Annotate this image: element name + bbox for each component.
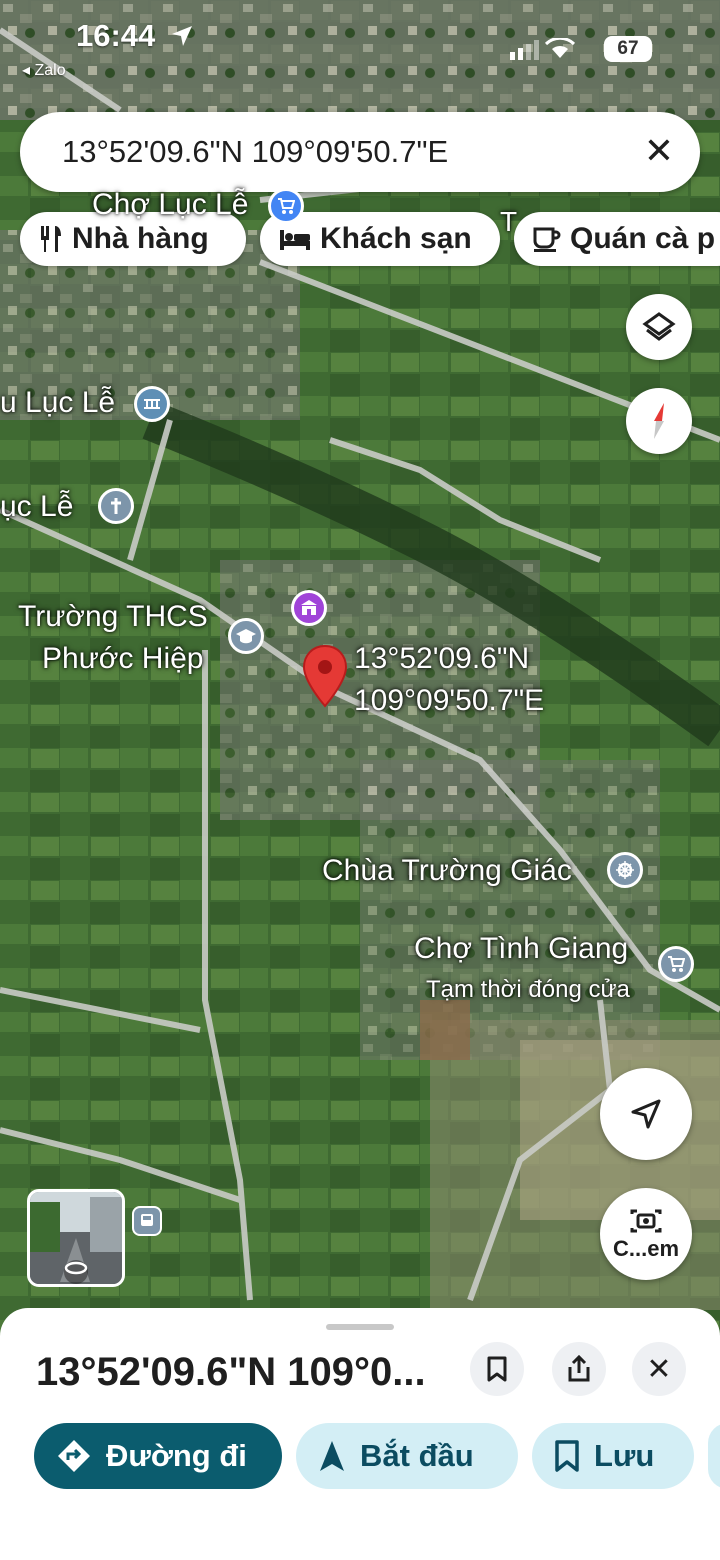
chip-label: Khách sạn bbox=[320, 222, 472, 255]
location-pin-icon[interactable] bbox=[302, 644, 348, 708]
map-label-2[interactable]: u Lục Lễ bbox=[0, 386, 115, 420]
map-label-market[interactable]: Chợ Lục Lễ bbox=[92, 188, 248, 222]
save-button[interactable]: Lưu bbox=[532, 1423, 694, 1489]
close-icon: ✕ bbox=[646, 1352, 672, 1386]
directions-label: Đường đi bbox=[106, 1438, 247, 1473]
bookmark-icon bbox=[487, 1356, 507, 1382]
place-title: 13°52'09.6"N 109°0... bbox=[36, 1350, 426, 1394]
status-time: 16:44 bbox=[76, 18, 156, 53]
map-label-market-bottom[interactable]: Chợ Tình Giang bbox=[414, 932, 628, 966]
map-label-school-line1[interactable]: Trường THCS bbox=[18, 600, 208, 634]
map-label-market-status: Tạm thời đóng cửa bbox=[426, 976, 630, 1003]
my-location-button[interactable] bbox=[600, 1068, 692, 1160]
share-icon bbox=[568, 1355, 590, 1382]
battery-indicator: 67 bbox=[604, 36, 652, 62]
bookmark-icon bbox=[555, 1440, 579, 1472]
restaurant-icon bbox=[41, 226, 61, 252]
cart-icon[interactable] bbox=[268, 188, 304, 224]
close-icon[interactable]: ✕ bbox=[644, 132, 674, 170]
government-building-icon[interactable] bbox=[291, 590, 327, 626]
close-sheet-button[interactable]: ✕ bbox=[632, 1342, 686, 1396]
map-label-school-line2[interactable]: Phước Hiệp bbox=[42, 642, 203, 676]
chip-label: Nhà hàng bbox=[72, 222, 209, 255]
navigation-arrow-icon bbox=[320, 1441, 344, 1471]
more-actions-button[interactable] bbox=[708, 1423, 720, 1489]
school-icon[interactable] bbox=[228, 618, 264, 654]
save-icon-button[interactable] bbox=[470, 1342, 524, 1396]
search-bar[interactable]: 13°52'09.6"N 109°09'50.7"E ✕ bbox=[20, 112, 700, 192]
church-icon[interactable] bbox=[98, 488, 134, 524]
compass-icon bbox=[654, 403, 664, 439]
street-view-thumbnail[interactable] bbox=[27, 1189, 125, 1287]
temple-icon[interactable] bbox=[607, 852, 643, 888]
status-bar: 16:44 ◂ Zalo 67 bbox=[0, 0, 720, 90]
pin-label-lat: 13°52'09.6"N bbox=[354, 642, 530, 675]
start-label: Bắt đầu bbox=[360, 1438, 474, 1473]
map-label-cut: T bbox=[500, 206, 518, 237]
back-to-app-link[interactable]: ◂ Zalo bbox=[22, 60, 66, 80]
camera-icon bbox=[630, 1209, 662, 1233]
pin-label-lng: 109°09'50.7"E bbox=[354, 684, 545, 717]
compass-button[interactable] bbox=[626, 388, 692, 454]
hotel-icon bbox=[280, 230, 310, 250]
chip-label: Quán cà p bbox=[570, 222, 716, 255]
cart-icon[interactable] bbox=[658, 946, 694, 982]
search-query[interactable]: 13°52'09.6"N 109°09'50.7"E bbox=[62, 134, 448, 170]
layers-button[interactable] bbox=[626, 294, 692, 360]
coffee-icon bbox=[533, 227, 561, 252]
start-button[interactable]: Bắt đầu bbox=[296, 1423, 518, 1489]
rotate-360-icon bbox=[64, 1261, 88, 1275]
bridge-icon[interactable] bbox=[134, 386, 170, 422]
navigation-arrow-icon bbox=[631, 1099, 661, 1129]
save-label: Lưu bbox=[594, 1438, 655, 1473]
map-label-3[interactable]: ục Lễ bbox=[0, 490, 73, 524]
share-button[interactable] bbox=[552, 1342, 606, 1396]
directions-button[interactable]: Đường đi bbox=[34, 1423, 282, 1489]
camera-search-button[interactable]: C...em bbox=[600, 1188, 692, 1280]
location-arrow-icon bbox=[172, 26, 192, 46]
map-label-temple[interactable]: Chùa Trường Giác bbox=[322, 854, 572, 888]
chip-coffee[interactable]: Quán cà p bbox=[514, 212, 720, 266]
directions-icon bbox=[58, 1440, 90, 1472]
bus-stop-icon[interactable] bbox=[132, 1206, 162, 1236]
sheet-drag-handle[interactable] bbox=[326, 1324, 394, 1330]
place-bottom-sheet[interactable]: 13°52'09.6"N 109°0... ✕ Đường đi Bắt đầu… bbox=[0, 1308, 720, 1560]
signal-wifi-icons bbox=[510, 38, 576, 60]
layers-icon bbox=[642, 312, 676, 341]
camera-label: C...em bbox=[612, 1236, 680, 1261]
